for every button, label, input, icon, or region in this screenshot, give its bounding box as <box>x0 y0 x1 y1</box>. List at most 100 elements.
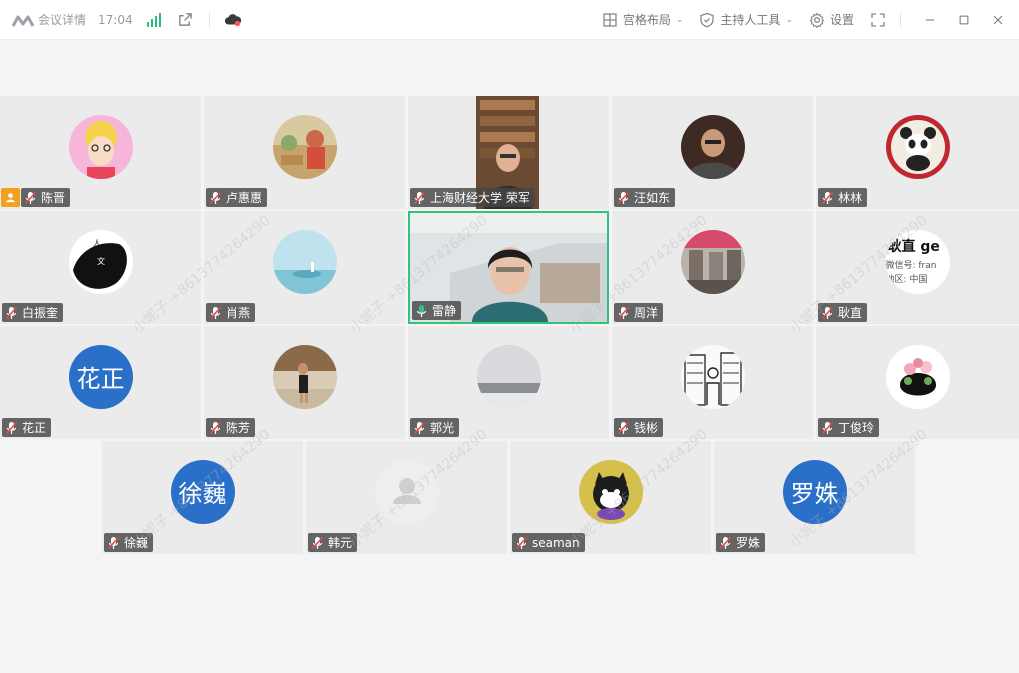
settings-button[interactable]: 设置 <box>809 11 854 28</box>
fullscreen-icon <box>871 12 885 27</box>
maximize-icon <box>959 15 969 24</box>
chevron-down-icon: ⌄ <box>785 14 793 25</box>
participant-nametag: 花正 <box>2 418 52 437</box>
mic-muted-icon <box>821 421 834 435</box>
mic-muted-icon <box>209 421 222 435</box>
participant-avatar <box>885 344 950 409</box>
shield-icon <box>700 12 715 27</box>
title-separator <box>208 11 210 28</box>
participant-nametag: 卢惠惠 <box>206 188 268 207</box>
participant-nametag: 白振奎 <box>2 303 64 322</box>
participant-nametag: 肖燕 <box>206 303 256 322</box>
minimize-button[interactable] <box>923 13 937 27</box>
mic-muted-icon <box>209 191 222 205</box>
mic-muted-icon <box>821 306 834 320</box>
mic-muted-icon <box>107 536 120 550</box>
grid-layout-button[interactable]: 宫格布局 ⌄ <box>602 11 683 28</box>
participant-name: 丁俊玲 <box>838 421 875 435</box>
participant-name: 钱彬 <box>634 421 659 435</box>
host-tools-label: 主持人工具 <box>720 13 781 27</box>
participant-tile[interactable]: 花正 花正 <box>0 326 201 439</box>
participant-name: 韩元 <box>328 536 353 550</box>
participant-tile[interactable]: 汪如东 <box>612 96 813 209</box>
participant-tile[interactable]: 钱彬 <box>612 326 813 439</box>
participant-avatar <box>680 229 745 294</box>
participant-tile[interactable]: 郭光 <box>408 326 609 439</box>
participant-name: 郭光 <box>430 421 455 435</box>
mic-muted-icon <box>5 306 18 320</box>
settings-label: 设置 <box>829 13 854 27</box>
mic-muted-icon <box>5 421 18 435</box>
participant-avatar: 徐巍 <box>170 459 235 524</box>
mic-muted-icon <box>821 191 834 205</box>
participant-avatar <box>680 114 745 179</box>
participant-tile[interactable]: 人文 白振奎 <box>0 211 201 324</box>
participant-name: 雷静 <box>432 304 457 318</box>
participant-nametag: 徐巍 <box>104 533 154 552</box>
maximize-button[interactable] <box>957 13 971 27</box>
participant-name: 白振奎 <box>22 306 59 320</box>
grid-layout-icon <box>603 12 617 27</box>
network-signal-icon[interactable] <box>146 12 161 27</box>
participant-tile[interactable]: 丁俊玲 <box>816 326 1019 439</box>
participant-avatar <box>885 114 950 179</box>
app-logo-icon <box>11 13 35 27</box>
participant-nametag: 郭光 <box>410 418 460 437</box>
participant-tile[interactable]: 卢惠惠 <box>204 96 405 209</box>
participant-avatar: 人文 <box>68 229 133 294</box>
mic-muted-icon <box>209 306 222 320</box>
participant-avatar <box>68 114 133 179</box>
participant-avatar <box>476 344 541 409</box>
mic-muted-icon <box>617 421 630 435</box>
svg-text:文: 文 <box>97 256 105 266</box>
participant-name: 罗姝 <box>736 536 761 550</box>
participant-tile[interactable]: 陈芳 <box>204 326 405 439</box>
participant-nametag: 韩元 <box>308 533 358 552</box>
default-user-icon <box>374 459 439 524</box>
participant-tile[interactable]: 耿直 ge 微信号: fran 地区: 中国 耿直 <box>816 211 1019 324</box>
mic-muted-icon <box>515 536 528 550</box>
avatar-text-line: 耿直 ge <box>887 238 940 255</box>
participant-name: 卢惠惠 <box>226 191 263 205</box>
mic-muted-icon <box>617 306 630 320</box>
participant-tile[interactable]: 肖燕 <box>204 211 405 324</box>
title-bar: 会议详情 17:04 宫格布局 ⌄ 主持人工具 ⌄ 设置 <box>0 0 1019 40</box>
participant-nametag: seaman <box>512 533 585 552</box>
title-separator <box>900 12 901 27</box>
close-button[interactable] <box>991 13 1005 27</box>
participant-nametag: 丁俊玲 <box>818 418 880 437</box>
mic-muted-icon <box>24 191 37 205</box>
participant-tile[interactable]: seaman <box>510 441 711 554</box>
participant-name: 周洋 <box>634 306 659 320</box>
host-badge-icon <box>1 188 20 207</box>
participant-avatar <box>578 459 643 524</box>
active-speaker-tile[interactable]: 雷静 <box>408 211 609 324</box>
participant-avatar <box>374 459 439 524</box>
participant-name: 徐巍 <box>124 536 149 550</box>
participant-avatar <box>680 344 745 409</box>
participant-nametag: 林林 <box>818 188 868 207</box>
share-external-icon[interactable] <box>177 11 195 29</box>
participant-name: 上海财经大学 荣军 <box>430 191 530 205</box>
participant-name: 汪如东 <box>634 191 671 205</box>
participant-nametag: 上海财经大学 荣军 <box>410 188 535 207</box>
participant-tile[interactable]: 陈晋 <box>0 96 201 209</box>
participant-nametag: 周洋 <box>614 303 664 322</box>
fullscreen-button[interactable] <box>870 12 886 28</box>
participant-avatar: 耿直 ge 微信号: fran 地区: 中国 <box>885 229 950 294</box>
participant-tile[interactable]: 上海财经大学 荣军 <box>408 96 609 209</box>
participant-tile[interactable]: 周洋 <box>612 211 813 324</box>
gear-icon <box>809 12 825 28</box>
participant-tile[interactable]: 徐巍 徐巍 <box>102 441 303 554</box>
participant-tile[interactable]: 林林 <box>816 96 1019 209</box>
host-tools-button[interactable]: 主持人工具 ⌄ <box>699 11 793 28</box>
mic-muted-icon <box>719 536 732 550</box>
cloud-recording-icon[interactable] <box>224 11 242 29</box>
participant-tile[interactable]: 罗姝 罗姝 <box>714 441 915 554</box>
meeting-clock: 17:04 <box>98 12 133 27</box>
meeting-info-link[interactable]: 会议详情 <box>38 11 86 28</box>
participant-nametag: 汪如东 <box>614 188 676 207</box>
mic-muted-icon <box>311 536 324 550</box>
participant-tile[interactable]: 韩元 <box>306 441 507 554</box>
close-icon <box>993 15 1003 24</box>
